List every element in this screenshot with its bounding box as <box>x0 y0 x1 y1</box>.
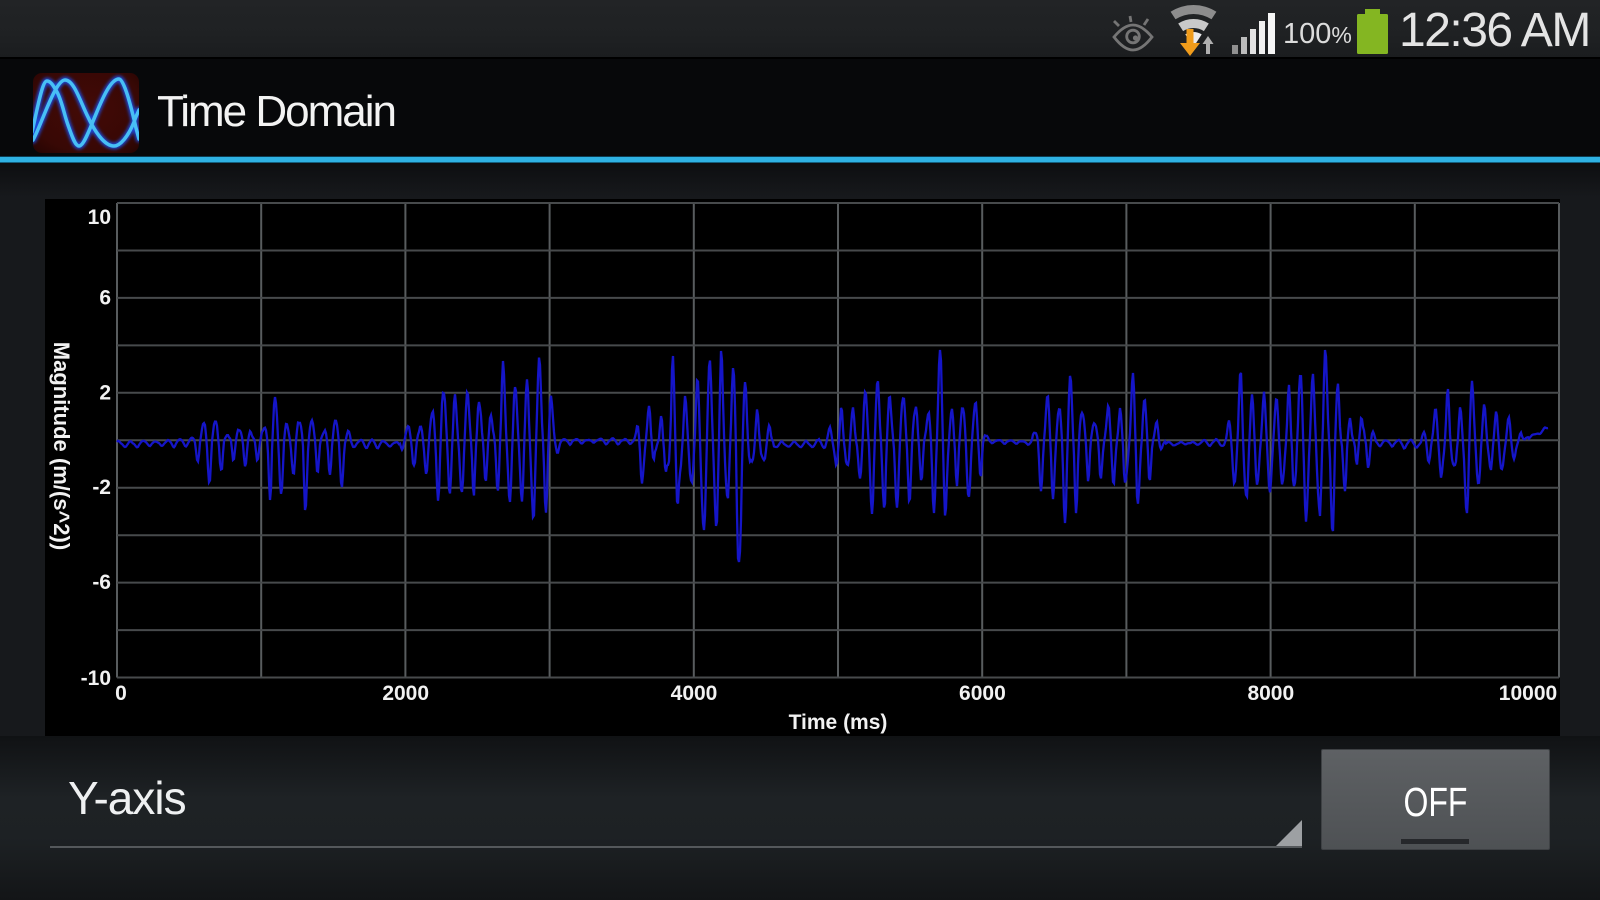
svg-text:-10: -10 <box>81 667 111 690</box>
svg-text:10: 10 <box>88 206 111 229</box>
svg-text:-2: -2 <box>92 476 111 499</box>
svg-text:8000: 8000 <box>1247 682 1294 705</box>
svg-text:4000: 4000 <box>671 682 718 705</box>
svg-text:-6: -6 <box>92 571 111 594</box>
svg-text:Time (ms): Time (ms) <box>789 711 888 734</box>
svg-text:2000: 2000 <box>382 682 429 705</box>
svg-text:10000: 10000 <box>1499 682 1557 705</box>
svg-text:Magnitude (m/(s^2)): Magnitude (m/(s^2)) <box>49 342 74 550</box>
svg-text:6: 6 <box>99 287 111 310</box>
svg-text:2: 2 <box>99 381 111 404</box>
svg-text:6000: 6000 <box>959 682 1006 705</box>
svg-text:0: 0 <box>115 682 127 705</box>
